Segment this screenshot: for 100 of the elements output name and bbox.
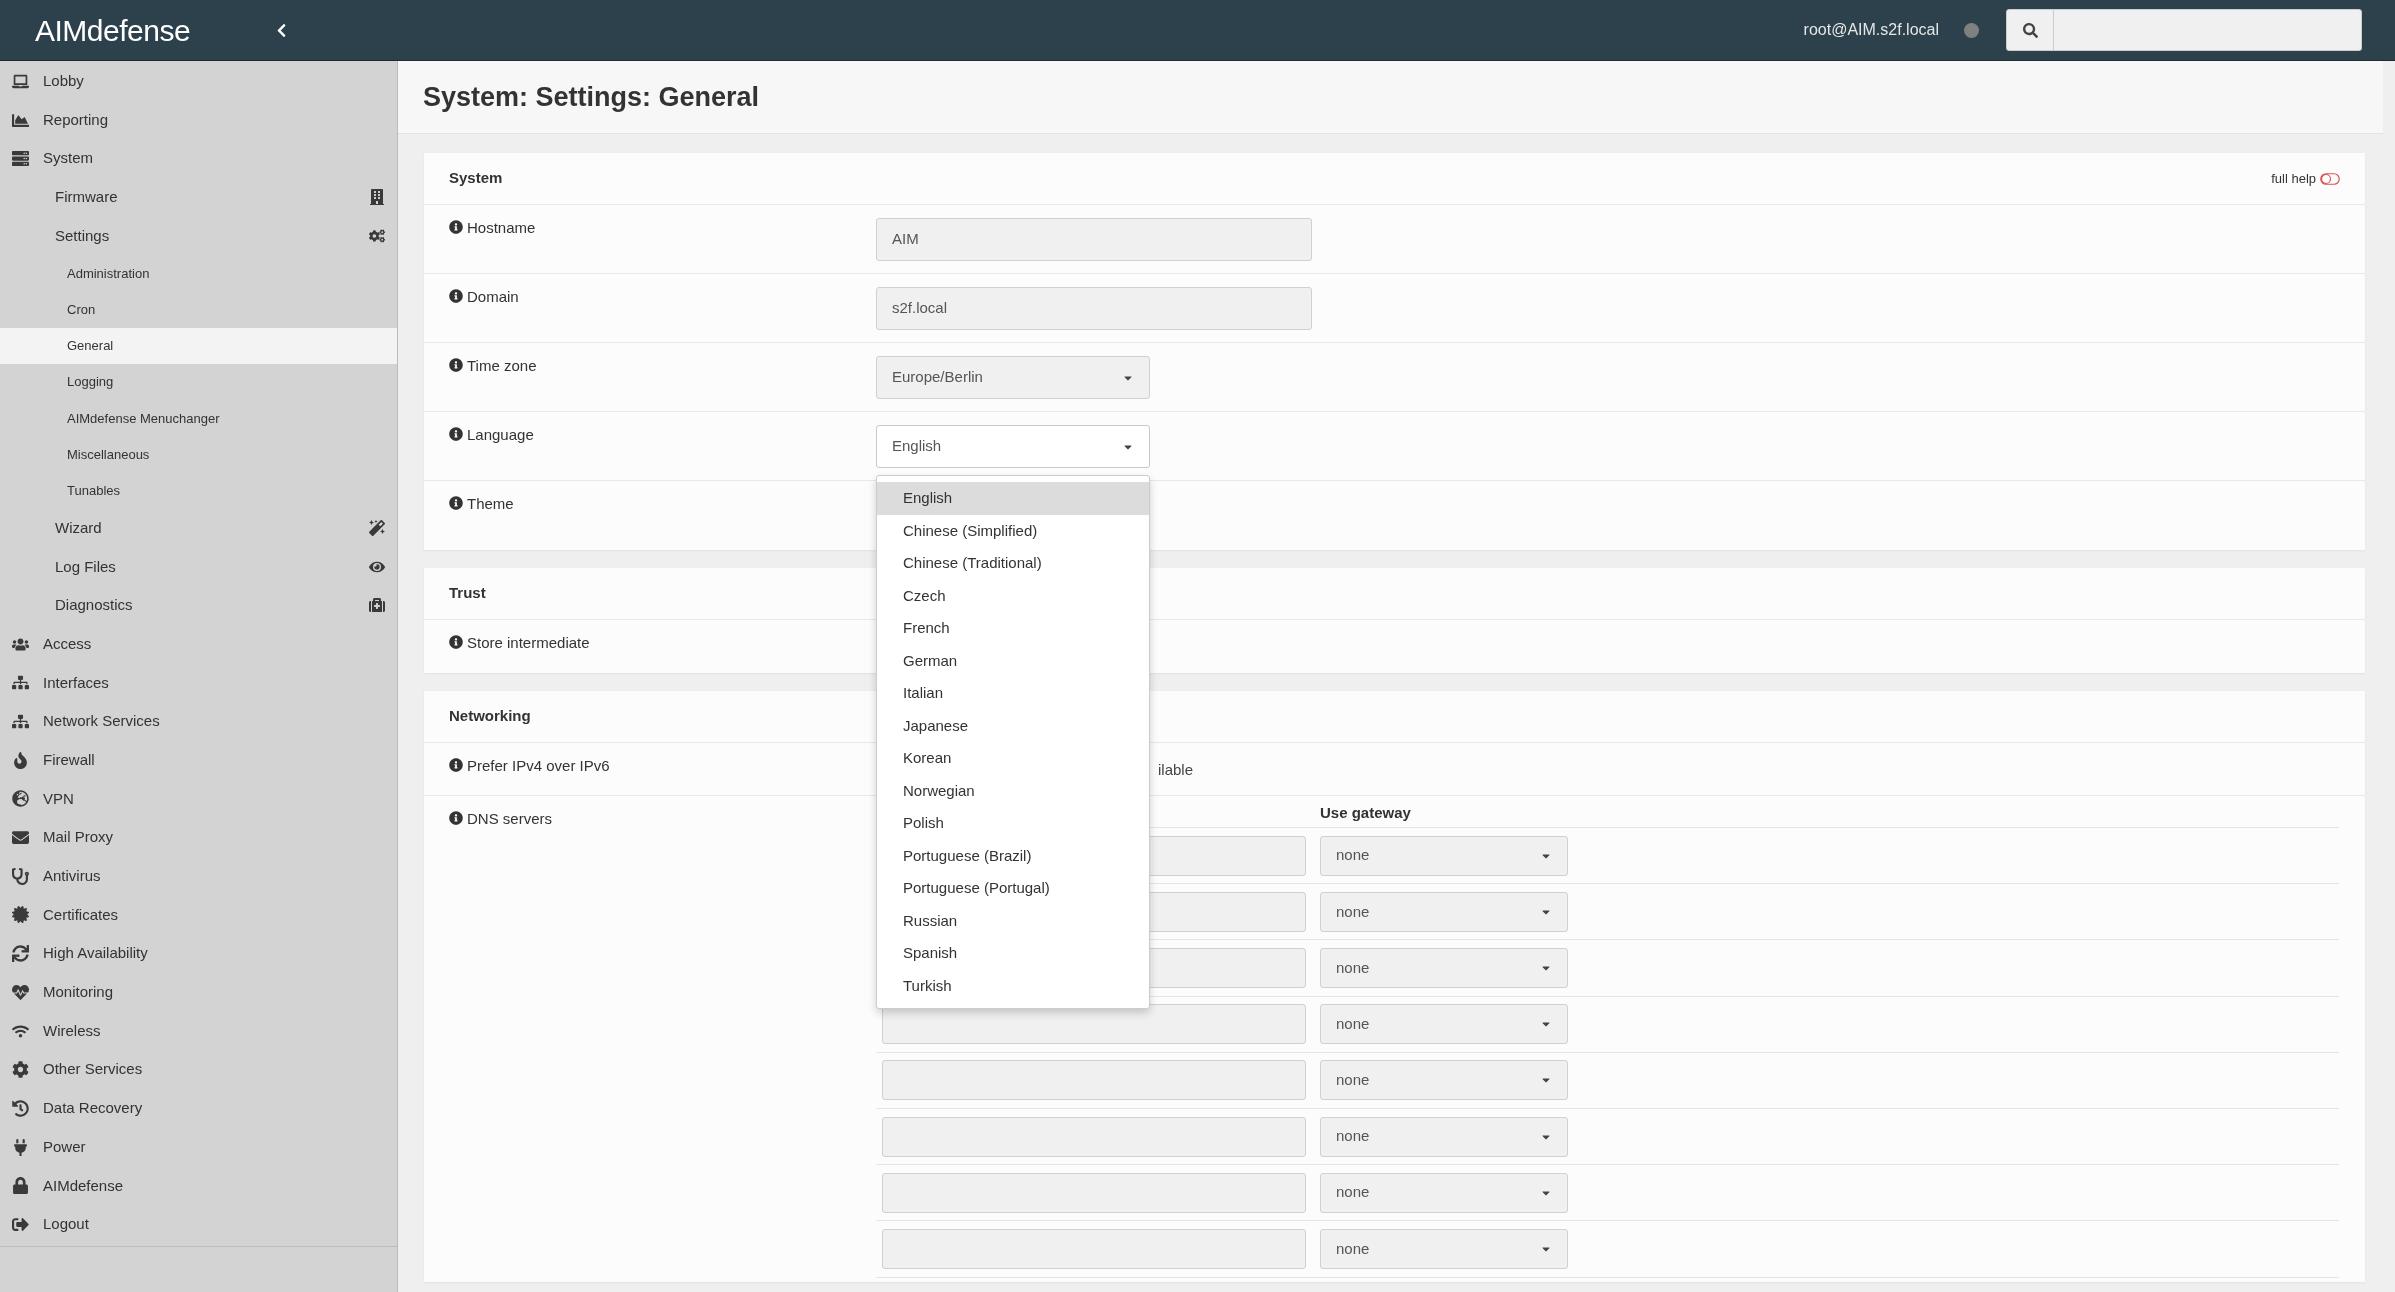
sidebar-item[interactable]: Other Services (0, 1050, 397, 1090)
dropdown-option[interactable]: Korean (877, 742, 1149, 775)
sidebar-item[interactable]: Settings (0, 216, 397, 256)
toggle-icon (2320, 172, 2340, 185)
sidebar-item[interactable]: Network Services (0, 702, 397, 741)
sitemap-icon (12, 713, 29, 731)
info-icon[interactable] (449, 220, 463, 234)
section-title: System (449, 168, 503, 189)
sidebar-item[interactable]: Antivirus (0, 856, 397, 896)
field-label: Theme (467, 494, 514, 514)
sidebar-item[interactable]: Wizard (0, 508, 397, 548)
sidebar-item[interactable]: Certificates (0, 895, 397, 935)
gateway-select[interactable]: none (1320, 1228, 1568, 1269)
dropdown-option[interactable]: Russian (877, 904, 1149, 937)
gateway-select[interactable]: none (1320, 1172, 1568, 1213)
medkit-icon (369, 597, 385, 614)
field-label: Language (467, 425, 534, 445)
sidebar-item[interactable]: High Availability (0, 934, 397, 973)
sidebar-item[interactable]: Miscellaneous (0, 436, 397, 473)
sidebar-item[interactable]: Reporting (0, 100, 397, 140)
info-icon[interactable] (449, 811, 463, 825)
sidebar-item[interactable]: Lobby (0, 62, 397, 101)
lock-icon (12, 1177, 29, 1195)
sidebar-item[interactable]: Monitoring (0, 973, 397, 1012)
info-icon[interactable] (449, 289, 463, 303)
sidebar-item[interactable]: Administration (0, 255, 397, 292)
dns-server-field[interactable] (882, 1228, 1306, 1269)
dns-server-field[interactable] (882, 1116, 1306, 1157)
refresh-icon (12, 945, 29, 963)
dropdown-option[interactable]: Czech (877, 579, 1149, 612)
sidebar-item[interactable]: AIMdefense Menuchanger (0, 400, 397, 437)
dns-server-field[interactable] (882, 1172, 1306, 1213)
sidebar-item[interactable]: Log Files (0, 547, 397, 587)
select-field[interactable]: English (876, 425, 1150, 468)
text-field[interactable]: s2f.local (876, 287, 1312, 330)
sidebar-item[interactable]: Diagnostics (0, 586, 397, 625)
text-field[interactable]: AIM (876, 218, 1312, 261)
dropdown-option[interactable]: Norwegian (877, 774, 1149, 807)
info-icon[interactable] (449, 358, 463, 372)
sign-out-icon (12, 1215, 29, 1233)
plug-icon (12, 1138, 29, 1156)
dropdown-option[interactable]: Spanish (877, 937, 1149, 970)
gateway-select[interactable]: none (1320, 891, 1568, 932)
info-icon[interactable] (449, 496, 463, 510)
dropdown-option[interactable]: Polish (877, 807, 1149, 840)
sidebar-item[interactable]: Firmware (0, 178, 397, 217)
sidebar-item[interactable]: AIMdefense (0, 1166, 397, 1206)
gateway-select[interactable]: none (1320, 947, 1568, 988)
heartbeat-icon (12, 983, 29, 1001)
select-field[interactable]: Europe/Berlin (876, 356, 1150, 399)
dropdown-option[interactable]: English (877, 482, 1149, 515)
sidebar-item[interactable]: Access (0, 624, 397, 664)
sidebar-item[interactable]: Logout (0, 1205, 397, 1244)
settings-icon (12, 1061, 29, 1079)
sidebar-item[interactable]: Firewall (0, 740, 397, 780)
server-icon (12, 150, 29, 168)
dropdown-option[interactable]: Portuguese (Portugal) (877, 872, 1149, 905)
sidebar-item[interactable]: System (0, 139, 397, 179)
info-icon[interactable] (449, 758, 463, 772)
page-title: System: Settings: General (423, 80, 760, 114)
logo[interactable]: AIMdefense (35, 7, 191, 53)
search-field[interactable] (2006, 9, 2362, 51)
dropdown-option[interactable]: Portuguese (Brazil) (877, 839, 1149, 872)
field-label: Prefer IPv4 over IPv6 (467, 756, 610, 776)
full-help-toggle[interactable]: full help (2271, 168, 2340, 189)
search-icon (2022, 22, 2038, 38)
stethoscope-icon (12, 867, 29, 885)
flame-icon (12, 751, 29, 769)
sidebar-item[interactable]: Wireless (0, 1011, 397, 1051)
sidebar-item[interactable]: Logging (0, 364, 397, 401)
dropdown-option[interactable]: Chinese (Simplified) (877, 514, 1149, 547)
magic-wand-icon (369, 520, 385, 537)
sidebar-item[interactable]: Interfaces (0, 663, 397, 703)
gateway-select[interactable]: none (1320, 835, 1568, 876)
envelope-icon (12, 829, 29, 847)
dropdown-option[interactable]: Italian (877, 677, 1149, 710)
sidebar-item[interactable]: Tunables (0, 472, 397, 509)
sidebar-item[interactable]: Data Recovery (0, 1089, 397, 1128)
sidebar-item[interactable]: Mail Proxy (0, 818, 397, 857)
dropdown-option[interactable]: Chinese (Traditional) (877, 547, 1149, 580)
sidebar-item[interactable]: General (0, 327, 397, 364)
dns-server-field[interactable] (882, 1004, 1306, 1045)
dropdown-option[interactable]: German (877, 644, 1149, 677)
gateway-select[interactable]: none (1320, 1004, 1568, 1045)
sidebar-item[interactable]: VPN (0, 779, 397, 819)
section-title: Networking (449, 706, 531, 727)
gateway-select[interactable]: none (1320, 1116, 1568, 1157)
sidebar-item[interactable]: Power (0, 1127, 397, 1167)
gateway-select[interactable]: none (1320, 1060, 1568, 1101)
building-icon (369, 189, 385, 206)
dns-server-field[interactable] (882, 1060, 1306, 1101)
info-icon[interactable] (449, 635, 463, 649)
sidebar-item[interactable]: Cron (0, 291, 397, 328)
settings-icon (369, 228, 385, 245)
dropdown-option[interactable]: Turkish (877, 969, 1149, 1002)
dropdown-option[interactable]: Japanese (877, 709, 1149, 742)
user-name[interactable]: root@AIM.s2f.local (1803, 18, 1939, 42)
field-label: DNS servers (467, 809, 552, 829)
info-icon[interactable] (449, 427, 463, 441)
dropdown-option[interactable]: French (877, 612, 1149, 645)
